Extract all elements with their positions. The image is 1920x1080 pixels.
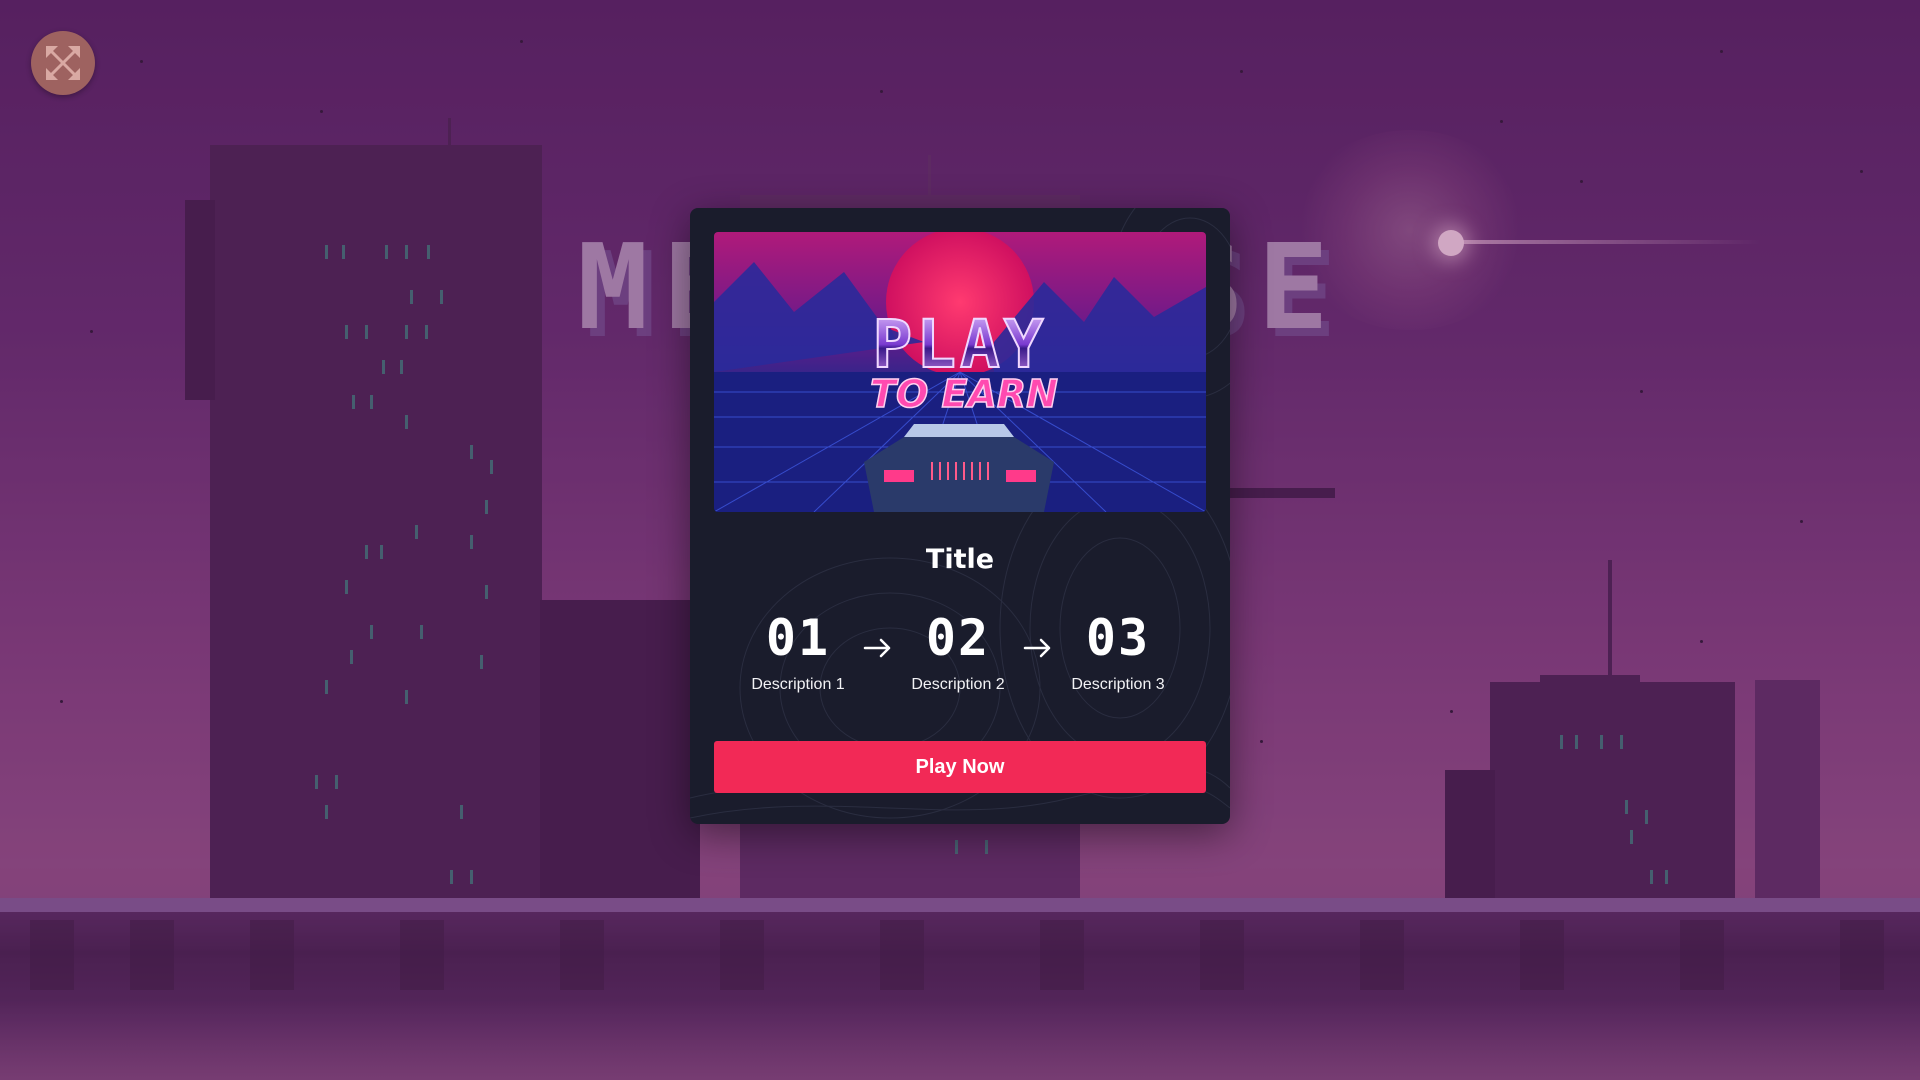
step-2: 02 Description 2 (888, 608, 1028, 694)
step-3-description: Description 3 (1071, 676, 1165, 693)
step-3-number: 03 (1085, 609, 1151, 667)
play-to-earn-modal: PLAY TO EARN Title 01 Description 1 02 D… (690, 208, 1230, 824)
play-now-button[interactable]: Play Now (714, 741, 1206, 793)
step-2-number: 02 (925, 609, 991, 667)
play-to-earn-artwork: PLAY TO EARN (714, 232, 1206, 512)
hero-banner-image: PLAY TO EARN (714, 232, 1206, 512)
step-2-description: Description 2 (911, 676, 1005, 693)
expand-arrows-icon (46, 46, 80, 80)
hero-line-2: TO EARN (870, 372, 1058, 416)
modal-title: Title (925, 544, 995, 575)
fullscreen-button[interactable] (31, 31, 95, 95)
game-scene: METAVERSE DRAGON (0, 0, 1920, 1080)
step-1-description: Description 1 (751, 676, 845, 693)
step-3: 03 Description 3 (1048, 608, 1188, 694)
step-1: 01 Description 1 (728, 608, 868, 694)
step-1-number: 01 (765, 609, 831, 667)
